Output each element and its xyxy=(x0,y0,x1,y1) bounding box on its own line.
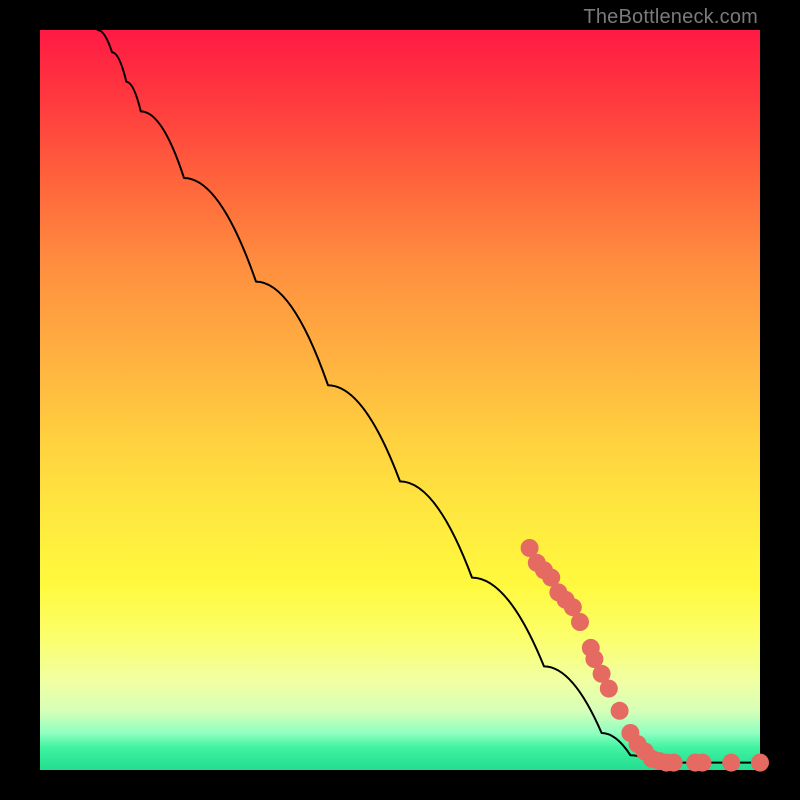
data-marker xyxy=(571,613,589,631)
data-marker xyxy=(693,754,711,772)
data-marker xyxy=(751,754,769,772)
data-marker xyxy=(722,754,740,772)
chart-frame: TheBottleneck.com xyxy=(0,0,800,800)
chart-svg xyxy=(40,30,760,770)
data-marker xyxy=(665,754,683,772)
curve-line xyxy=(98,30,760,763)
watermark-text: TheBottleneck.com xyxy=(583,6,758,29)
plot-area xyxy=(40,30,760,770)
data-marker xyxy=(611,702,629,720)
data-markers xyxy=(521,539,769,772)
data-marker xyxy=(600,680,618,698)
